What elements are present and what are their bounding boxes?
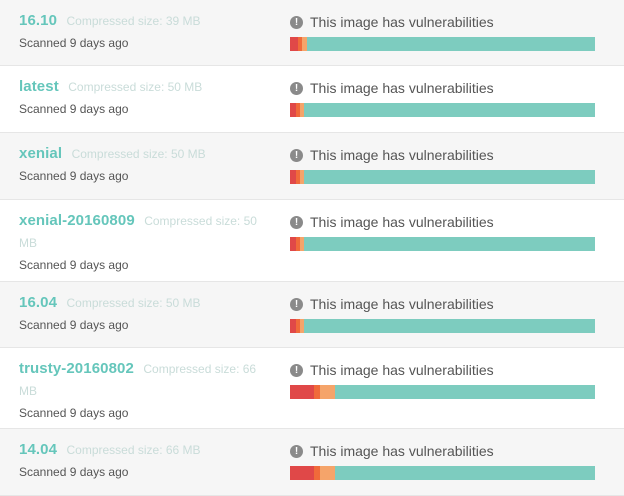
tag-name-link[interactable]: xenial (19, 145, 62, 162)
vulnerability-bar[interactable] (290, 170, 595, 184)
vulnerability-summary: ! This image has vulnerabilities (290, 295, 595, 333)
vulnerability-bar[interactable] (290, 385, 595, 399)
tag-name-link[interactable]: 16.10 (19, 12, 57, 29)
vulnerability-summary: ! This image has vulnerabilities (290, 79, 595, 117)
compressed-size: Compressed size: 39 MB (66, 14, 201, 28)
vulnerability-status: This image has vulnerabilities (310, 14, 494, 30)
warning-icon: ! (290, 363, 303, 377)
vulnerability-bar[interactable] (290, 466, 595, 480)
compressed-size: Compressed size: 66 MB (66, 443, 201, 457)
vulnerability-status: This image has vulnerabilities (310, 214, 494, 230)
critical-segment (290, 37, 298, 51)
image-tag-row[interactable]: 16.10 Compressed size: 39 MB Scanned 9 d… (0, 0, 624, 66)
scan-timestamp: Scanned 9 days ago (19, 318, 129, 332)
vulnerability-summary: ! This image has vulnerabilities (290, 213, 595, 251)
tag-name-link[interactable]: 14.04 (19, 441, 57, 458)
scan-timestamp: Scanned 9 days ago (19, 36, 129, 50)
warning-icon: ! (290, 81, 303, 95)
warning-icon: ! (290, 215, 303, 229)
image-tag-row[interactable]: xenial-20160809 Compressed size: 50 MB S… (0, 200, 624, 282)
tag-info: xenial-20160809 Compressed size: 50 MB S… (19, 210, 269, 273)
compressed-size: Compressed size: 50 MB (68, 80, 203, 94)
tag-name-link[interactable]: xenial-20160809 (19, 212, 135, 229)
tag-name-link[interactable]: latest (19, 78, 59, 95)
tag-name-link[interactable]: 16.04 (19, 294, 57, 311)
warning-icon: ! (290, 444, 303, 458)
compressed-size: Compressed size: 50 MB (66, 296, 201, 310)
compressed-size: Compressed size: 50 MB (71, 147, 206, 161)
tag-info: latest Compressed size: 50 MB Scanned 9 … (19, 76, 269, 117)
vulnerability-summary: ! This image has vulnerabilities (290, 146, 595, 184)
scan-timestamp: Scanned 9 days ago (19, 169, 129, 183)
medium-segment (320, 466, 335, 480)
clean-segment (304, 103, 595, 117)
image-tag-list: 16.10 Compressed size: 39 MB Scanned 9 d… (0, 0, 624, 496)
vulnerability-bar[interactable] (290, 319, 595, 333)
vulnerability-status: This image has vulnerabilities (310, 147, 494, 163)
vulnerability-summary: ! This image has vulnerabilities (290, 361, 595, 399)
scan-timestamp: Scanned 9 days ago (19, 102, 129, 116)
clean-segment (304, 319, 595, 333)
tag-info: 16.04 Compressed size: 50 MB Scanned 9 d… (19, 292, 269, 333)
image-tag-row[interactable]: trusty-20160802 Compressed size: 66 MB S… (0, 348, 624, 429)
warning-icon: ! (290, 148, 303, 162)
critical-segment (290, 466, 314, 480)
tag-info: xenial Compressed size: 50 MB Scanned 9 … (19, 143, 269, 184)
vulnerability-status: This image has vulnerabilities (310, 362, 494, 378)
image-tag-row[interactable]: xenial Compressed size: 50 MB Scanned 9 … (0, 133, 624, 200)
vulnerability-summary: ! This image has vulnerabilities (290, 13, 595, 51)
vulnerability-status: This image has vulnerabilities (310, 443, 494, 459)
scan-timestamp: Scanned 9 days ago (19, 406, 129, 420)
tag-info: trusty-20160802 Compressed size: 66 MB S… (19, 358, 269, 421)
vulnerability-status: This image has vulnerabilities (310, 80, 494, 96)
warning-icon: ! (290, 297, 303, 311)
tag-info: 16.10 Compressed size: 39 MB Scanned 9 d… (19, 10, 269, 51)
critical-segment (290, 385, 314, 399)
vulnerability-bar[interactable] (290, 37, 595, 51)
medium-segment (320, 385, 335, 399)
clean-segment (335, 466, 595, 480)
image-tag-row[interactable]: 16.04 Compressed size: 50 MB Scanned 9 d… (0, 282, 624, 348)
tag-name-link[interactable]: trusty-20160802 (19, 360, 134, 377)
vulnerability-bar[interactable] (290, 103, 595, 117)
image-tag-row[interactable]: 14.04 Compressed size: 66 MB Scanned 9 d… (0, 429, 624, 496)
clean-segment (335, 385, 595, 399)
clean-segment (307, 37, 595, 51)
tag-info: 14.04 Compressed size: 66 MB Scanned 9 d… (19, 439, 269, 480)
scan-timestamp: Scanned 9 days ago (19, 465, 129, 479)
vulnerability-bar[interactable] (290, 237, 595, 251)
vulnerability-summary: ! This image has vulnerabilities (290, 442, 595, 480)
vulnerability-status: This image has vulnerabilities (310, 296, 494, 312)
image-tag-row[interactable]: latest Compressed size: 50 MB Scanned 9 … (0, 66, 624, 133)
scan-timestamp: Scanned 9 days ago (19, 258, 129, 272)
clean-segment (304, 237, 595, 251)
warning-icon: ! (290, 15, 303, 29)
clean-segment (304, 170, 595, 184)
